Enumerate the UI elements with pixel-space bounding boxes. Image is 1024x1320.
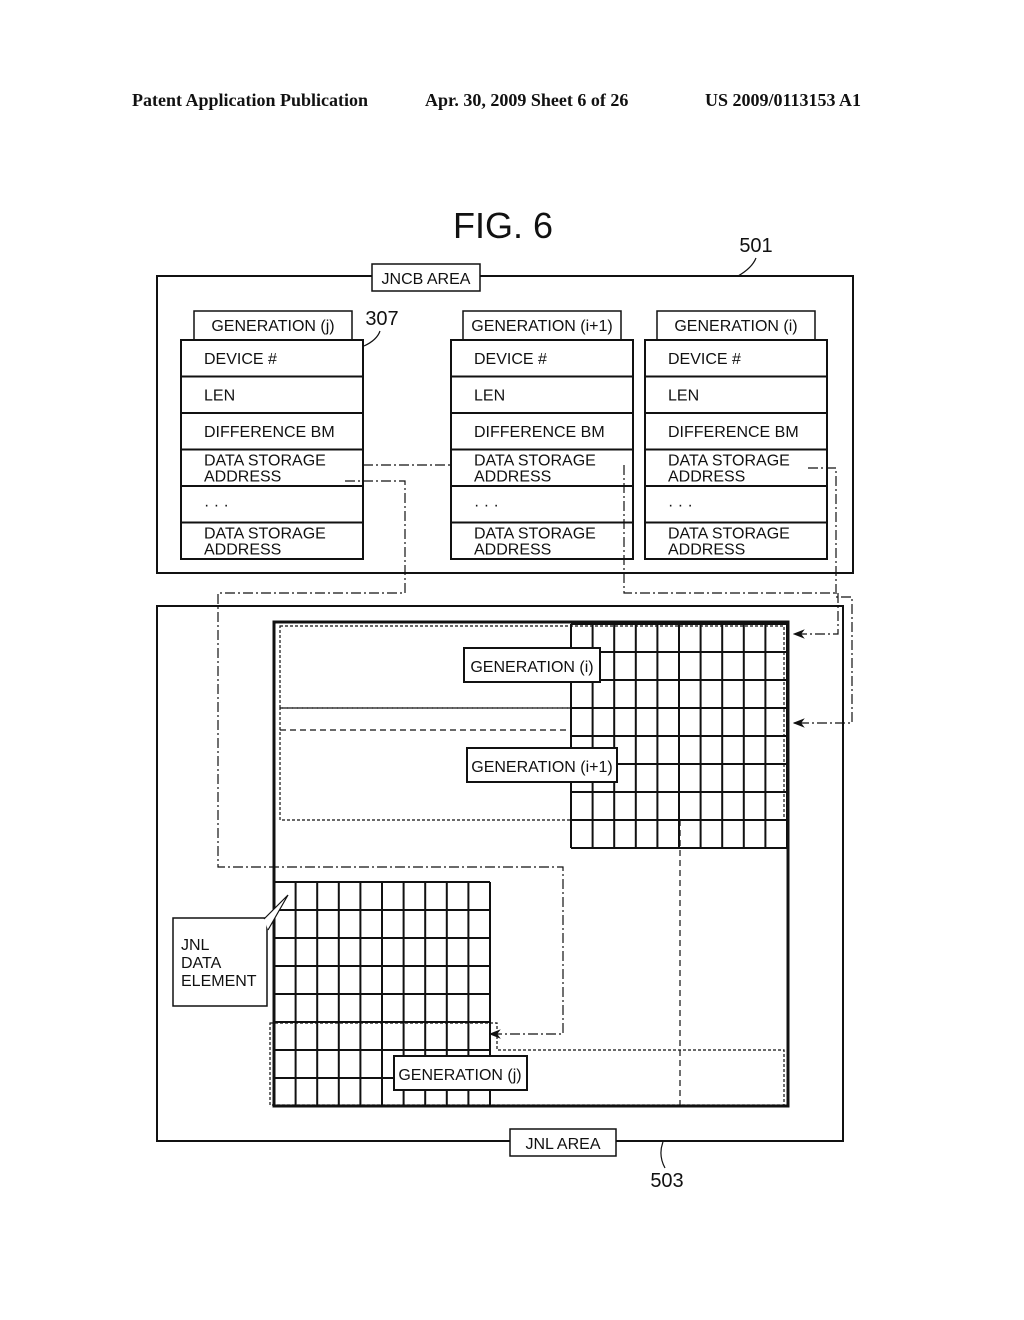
jnl-label-gen-i1: GENERATION (i+1) [466,747,618,783]
control-block: GENERATION (j)DEVICE #LENDIFFERENCE BMDA… [180,310,364,560]
svg-text:GENERATION (j): GENERATION (j) [398,1067,521,1084]
block-field: DIFFERENCE BM [474,424,605,441]
figure-diagram: FIG. 6 JNCB AREA 501 307 GENERATION (j) D… [156,205,854,1192]
block-field: DIFFERENCE BM [204,424,335,441]
generation-tab: GENERATION (j) [211,318,334,335]
block-field: LEN [204,388,235,405]
block-field: DEVICE # [474,351,547,368]
block-field: LEN [668,388,699,405]
jnl-grid-upper [570,623,788,849]
control-block-ref: 307 [365,308,398,330]
jnl-label-gen-i: GENERATION (i) [463,647,601,683]
jnl-area-label: JNL AREA [526,1136,601,1153]
jncb-area-ref: 501 [739,235,772,257]
data-element-line-3: ELEMENT [181,973,257,990]
block-field: LEN [474,388,505,405]
data-element-line-1: JNL [181,937,210,954]
generation-tab: GENERATION (i) [674,318,797,335]
svg-text:GENERATION (i+1): GENERATION (i+1) [471,759,613,776]
jnl-label-gen-j: GENERATION (j) [393,1055,528,1091]
figure-title: FIG. 6 [453,205,553,246]
block-field: DEVICE # [204,351,277,368]
control-block: GENERATION (i+1) DEVICE # LEN DIFFERENCE BM… [450,310,634,560]
jncb-area-label: JNCB AREA [382,271,471,288]
jnl-area: JNL AREA 503 [156,605,844,1192]
jnl-area-ref: 503 [650,1170,683,1192]
data-element-line-2: DATA [181,955,222,972]
block-field: · · · [474,497,499,514]
block-field: DEVICE # [668,351,741,368]
jnl-data-element-callout: JNL DATA ELEMENT [172,894,289,1007]
svg-text:GENERATION (i): GENERATION (i) [470,659,593,676]
block-field: · · · [668,497,693,514]
block-field: · · · [204,497,229,514]
control-block: GENERATION (i)DEVICE #LENDIFFERENCE BMDA… [644,310,828,560]
generation-tab: GENERATION (i+1) [471,318,613,335]
block-field: DIFFERENCE BM [668,424,799,441]
